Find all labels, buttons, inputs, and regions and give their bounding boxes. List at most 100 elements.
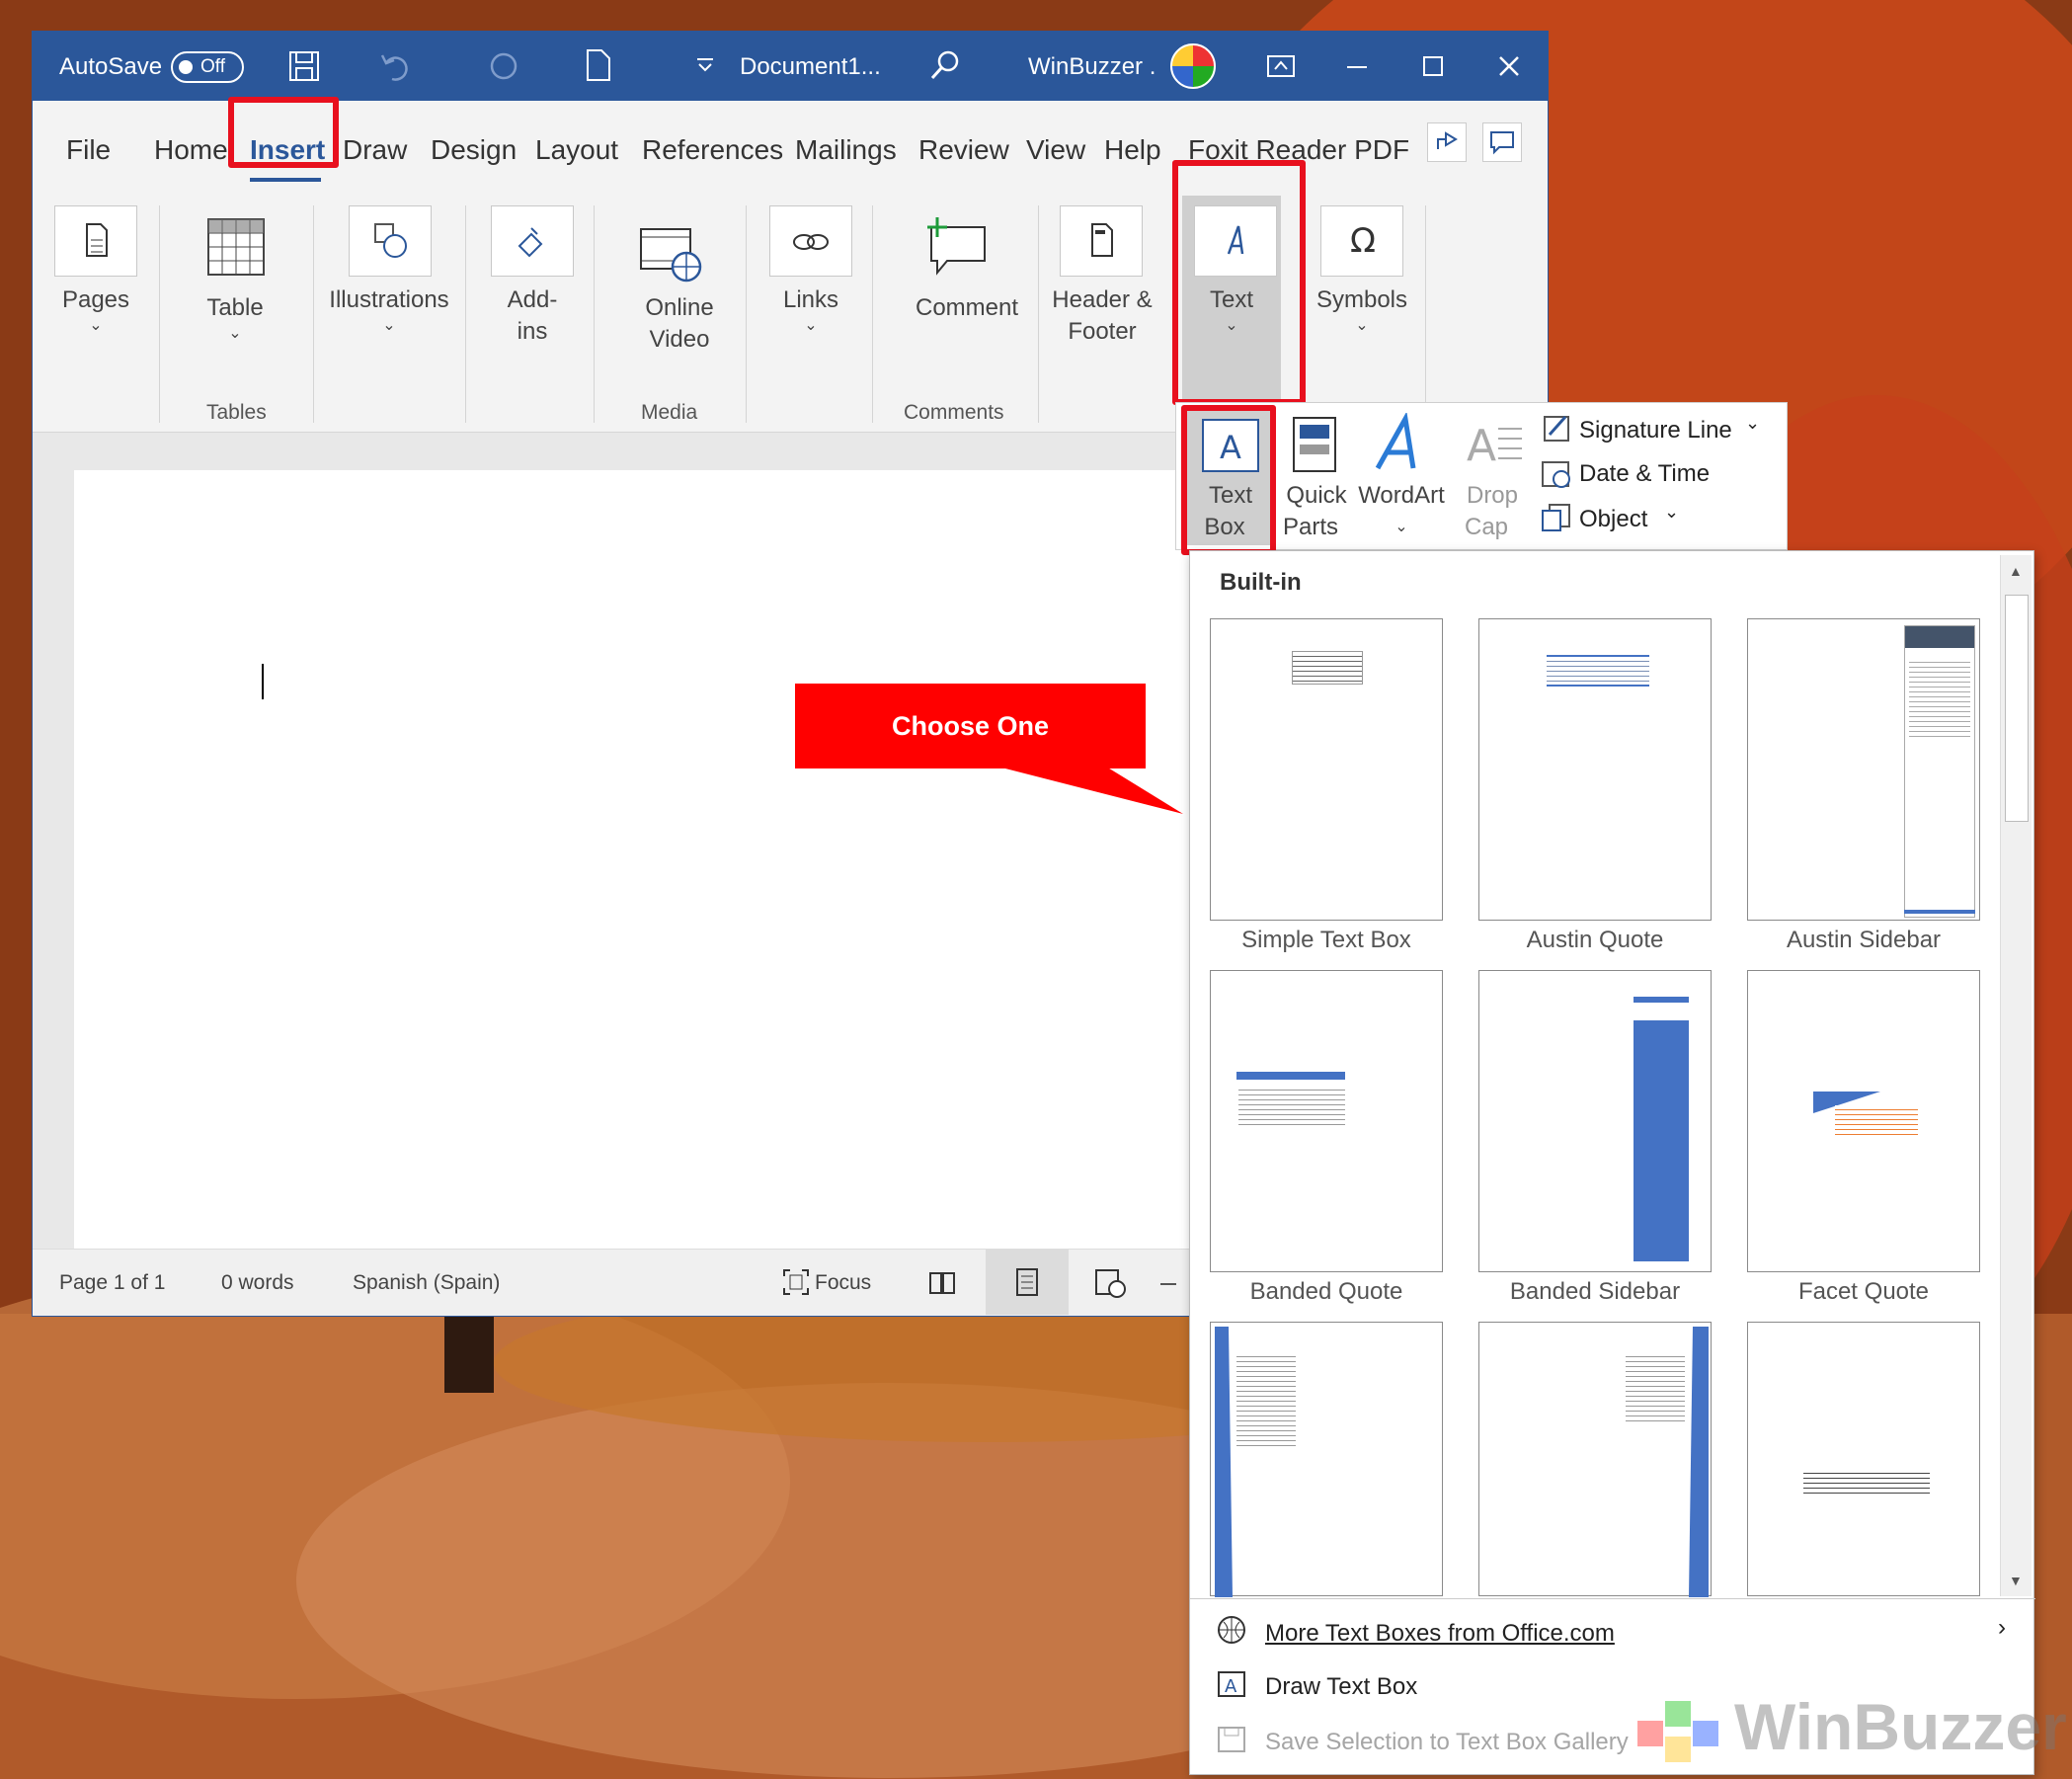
signature-line-button[interactable]: Signature Line xyxy=(1579,417,1732,445)
gallery-item-label[interactable]: Austin Quote xyxy=(1461,927,1729,954)
save-icon[interactable] xyxy=(287,49,321,83)
highlight-text-box xyxy=(1181,405,1276,555)
draw-text-box-button[interactable]: Draw Text Box xyxy=(1265,1673,1417,1701)
thumb-grid-quote[interactable] xyxy=(1478,1322,1712,1597)
tab-help[interactable]: Help xyxy=(1104,134,1161,166)
illustrations-icon[interactable] xyxy=(349,205,432,277)
read-mode-icon[interactable] xyxy=(927,1269,957,1297)
symbols-chevron-icon[interactable]: ⌄ xyxy=(1305,310,1419,342)
thumb-facet-quote[interactable] xyxy=(1747,970,1980,1272)
addins-button-line2[interactable]: ins xyxy=(475,316,590,348)
illustrations-chevron-icon[interactable]: ⌄ xyxy=(325,310,453,342)
table-icon[interactable] xyxy=(206,217,266,277)
tab-draw[interactable]: Draw xyxy=(343,134,407,166)
document-page[interactable] xyxy=(74,470,1220,1251)
user-name[interactable]: WinBuzzer . xyxy=(1028,53,1156,81)
search-icon[interactable] xyxy=(929,49,961,81)
scrollbar-thumb[interactable] xyxy=(2005,595,2029,822)
print-layout-button[interactable] xyxy=(986,1250,1069,1315)
autosave-toggle[interactable]: Off xyxy=(171,51,244,83)
scroll-down-icon[interactable]: ▼ xyxy=(2009,1573,2023,1588)
page-count[interactable]: Page 1 of 1 xyxy=(59,1271,165,1295)
header-footer-icon[interactable] xyxy=(1060,205,1143,277)
links-icon[interactable] xyxy=(769,205,852,277)
gallery-item-label[interactable]: Banded Quote xyxy=(1192,1278,1461,1306)
focus-icon[interactable] xyxy=(781,1267,811,1297)
thumb-banded-quote[interactable] xyxy=(1210,970,1443,1272)
signature-line-icon[interactable] xyxy=(1542,413,1573,445)
drop-cap-label: Drop xyxy=(1466,482,1519,509)
gallery-item-label[interactable]: Banded Sidebar xyxy=(1461,1278,1729,1306)
callout-pointer xyxy=(997,767,1183,814)
thumb-austin-quote[interactable] xyxy=(1478,618,1712,921)
pages-icon[interactable] xyxy=(54,205,137,277)
tab-home[interactable]: Home xyxy=(154,134,228,166)
thumb-grid-sidebar[interactable] xyxy=(1210,1322,1443,1597)
links-chevron-icon[interactable]: ⌄ xyxy=(754,310,868,342)
addins-button[interactable]: Add- xyxy=(475,284,590,316)
minimize-icon[interactable] xyxy=(1342,51,1372,81)
language[interactable]: Spanish (Spain) xyxy=(353,1271,500,1295)
object-icon[interactable] xyxy=(1540,502,1573,533)
ribbon-display-icon[interactable] xyxy=(1265,51,1297,81)
quick-parts-label[interactable]: Quick xyxy=(1279,480,1354,512)
comments-icon[interactable] xyxy=(1482,122,1522,162)
close-icon[interactable] xyxy=(1494,51,1524,81)
symbols-icon[interactable]: Ω xyxy=(1320,205,1403,277)
focus-button[interactable]: Focus xyxy=(815,1271,871,1295)
gallery-item-label[interactable]: Austin Sidebar xyxy=(1729,927,1998,954)
table-chevron-icon[interactable]: ⌄ xyxy=(181,318,289,350)
tab-references[interactable]: References xyxy=(642,134,783,166)
gallery-scrollbar[interactable]: ▲ ▼ xyxy=(2000,555,2032,1596)
thumb-ion-quote[interactable] xyxy=(1747,1322,1980,1596)
tab-view[interactable]: View xyxy=(1026,134,1085,166)
thumb-banded-sidebar[interactable] xyxy=(1478,970,1712,1272)
save-selection-icon xyxy=(1218,1727,1245,1752)
title-bar: AutoSave Off Document1... WinBuzzer . xyxy=(33,32,1548,101)
comment-button[interactable]: Comment xyxy=(898,292,1036,324)
header-footer-button[interactable]: Header & xyxy=(1042,284,1162,316)
thumb-austin-sidebar[interactable] xyxy=(1747,618,1980,921)
web-layout-icon[interactable] xyxy=(1093,1267,1127,1299)
wordart-chevron-icon[interactable]: ⌄ xyxy=(1354,512,1449,543)
date-time-icon[interactable] xyxy=(1540,458,1573,490)
redo-icon[interactable] xyxy=(487,49,520,83)
callout-choose-one: Choose One xyxy=(795,684,1146,768)
gallery-item-label[interactable]: Simple Text Box xyxy=(1192,927,1461,954)
signature-line-chevron-icon[interactable]: ⌄ xyxy=(1745,413,1760,434)
online-video-button[interactable]: Online xyxy=(615,292,744,324)
addins-icon[interactable] xyxy=(491,205,574,277)
quick-parts-icon[interactable] xyxy=(1291,415,1340,474)
maximize-icon[interactable] xyxy=(1418,51,1448,81)
zoom-out-icon[interactable] xyxy=(1160,1283,1176,1285)
tab-layout[interactable]: Layout xyxy=(535,134,618,166)
new-document-icon[interactable] xyxy=(584,47,613,83)
tab-design[interactable]: Design xyxy=(431,134,517,166)
text-cursor xyxy=(262,664,264,699)
tab-mailings[interactable]: Mailings xyxy=(795,134,897,166)
gallery-item-label[interactable]: Facet Quote xyxy=(1729,1278,1998,1306)
quick-parts-label-line2[interactable]: Parts xyxy=(1273,512,1348,543)
avatar[interactable] xyxy=(1170,43,1216,89)
thumb-simple-text-box[interactable] xyxy=(1210,618,1443,921)
object-chevron-icon[interactable]: ⌄ xyxy=(1664,502,1679,523)
customize-qat-icon[interactable] xyxy=(694,55,716,75)
word-count[interactable]: 0 words xyxy=(221,1271,294,1295)
online-video-icon[interactable] xyxy=(639,225,704,284)
comment-icon[interactable] xyxy=(921,215,991,277)
winbuzzer-logo xyxy=(1628,1691,1730,1772)
date-time-button[interactable]: Date & Time xyxy=(1579,460,1710,488)
tab-file[interactable]: File xyxy=(66,134,111,166)
header-footer-button-line2[interactable]: Footer xyxy=(1042,316,1162,348)
tab-review[interactable]: Review xyxy=(918,134,1009,166)
undo-icon[interactable] xyxy=(378,49,412,83)
pages-chevron-icon[interactable]: ⌄ xyxy=(42,310,149,342)
scroll-up-icon[interactable]: ▲ xyxy=(2009,563,2023,579)
more-text-boxes-link[interactable]: More Text Boxes from Office.com xyxy=(1265,1620,1615,1648)
share-icon[interactable] xyxy=(1427,122,1467,162)
object-button[interactable]: Object xyxy=(1579,506,1647,533)
group-tables: Tables xyxy=(206,401,267,424)
wordart-label[interactable]: WordArt xyxy=(1354,480,1449,512)
wordart-icon[interactable] xyxy=(1370,413,1429,476)
online-video-button-line2[interactable]: Video xyxy=(615,324,744,356)
